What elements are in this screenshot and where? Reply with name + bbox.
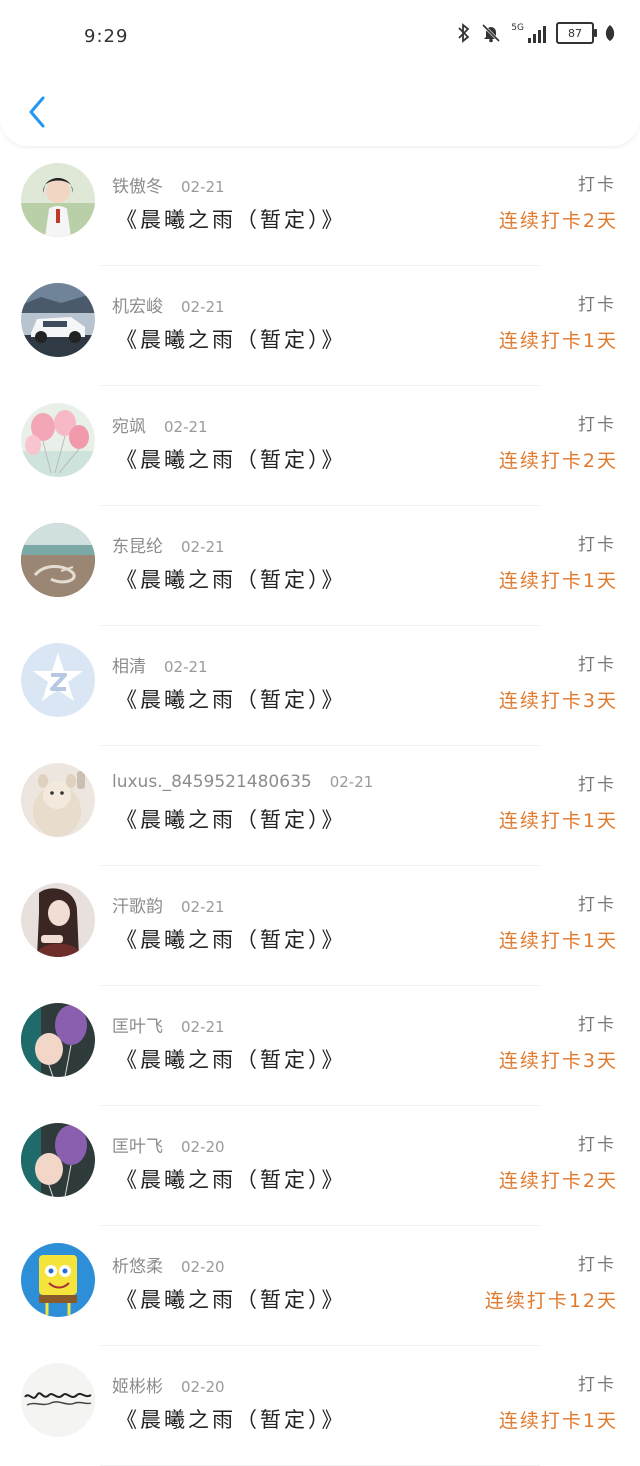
author-name: 宛飒 02-21 [112,417,208,437]
streak-text: 连续打卡12天 [484,1290,618,1312]
book-title[interactable]: 《晨曦之雨（暂定）》 [116,324,346,354]
streak-text: 连续打卡2天 [498,1170,618,1192]
list-item[interactable]: 姬彬彬 02-20 《晨曦之雨（暂定）》 打卡 连续打卡1天 [0,1346,640,1466]
checkin-list: 铁傲冬 02-21 《晨曦之雨（暂定）》 打卡 连续打卡2天 机宏峻 02-21 《… [0,146,640,1466]
streak-text: 连续打卡1天 [498,930,618,952]
avatar[interactable] [21,163,95,237]
checkin-label: 打卡 [578,415,616,435]
top-header: 9:29 5G 87 [0,0,640,146]
post-date: 02-21 [164,418,208,436]
list-item[interactable]: 匡叶飞 02-20 《晨曦之雨（暂定）》 打卡 连续打卡2天 [0,1106,640,1226]
checkin-label: 打卡 [578,655,616,675]
post-date: 02-21 [181,898,225,916]
post-date: 02-21 [329,773,374,791]
book-title[interactable]: 《晨曦之雨（暂定）》 [116,204,346,234]
streak-text: 连续打卡1天 [498,810,618,832]
avatar[interactable] [21,403,95,477]
book-title[interactable]: 《晨曦之雨（暂定）》 [116,684,346,714]
leaf-icon [605,25,615,41]
list-item[interactable]: 铁傲冬 02-21 《晨曦之雨（暂定）》 打卡 连续打卡2天 [0,146,640,266]
post-date: 02-20 [181,1258,225,1276]
streak-text: 连续打卡3天 [498,1050,618,1072]
book-title[interactable]: 《晨曦之雨（暂定）》 [116,444,346,474]
book-title[interactable]: 《晨曦之雨（暂定）》 [116,1284,346,1314]
battery-icon: 87 [556,22,597,44]
avatar[interactable] [21,1123,95,1197]
post-date: 02-21 [164,658,208,676]
checkin-label: 打卡 [578,175,616,195]
bluetooth-icon [458,23,470,43]
post-date: 02-21 [181,1018,225,1036]
author-name: luxus._8459521480635 02-21 [112,772,374,792]
mute-bell-icon [482,23,501,43]
streak-text: 连续打卡2天 [498,210,618,232]
checkin-label: 打卡 [578,535,616,555]
signal-icon: 5G [511,23,546,43]
streak-text: 连续打卡2天 [498,450,618,472]
book-title[interactable]: 《晨曦之雨（暂定）》 [116,1164,346,1194]
avatar[interactable] [21,1363,95,1437]
author-name: 析悠柔 02-20 [112,1257,225,1277]
battery-level: 87 [568,26,582,40]
list-item[interactable]: 析悠柔 02-20 《晨曦之雨（暂定）》 打卡 连续打卡12天 [0,1226,640,1346]
list-item[interactable]: 汗歌韵 02-21 《晨曦之雨（暂定）》 打卡 连续打卡1天 [0,866,640,986]
checkin-label: 打卡 [578,1255,616,1275]
checkin-label: 打卡 [578,1135,616,1155]
post-date: 02-21 [181,538,225,556]
avatar[interactable] [21,1243,95,1317]
post-date: 02-21 [181,178,225,196]
checkin-label: 打卡 [578,295,616,315]
checkin-label: 打卡 [578,1375,616,1395]
book-title[interactable]: 《晨曦之雨（暂定）》 [116,924,346,954]
author-name: 铁傲冬 02-21 [112,177,225,197]
streak-text: 连续打卡1天 [498,330,618,352]
checkin-label: 打卡 [578,1015,616,1035]
post-date: 02-20 [181,1378,225,1396]
list-item[interactable]: 匡叶飞 02-21 《晨曦之雨（暂定）》 打卡 连续打卡3天 [0,986,640,1106]
avatar[interactable] [21,763,95,837]
post-date: 02-21 [181,298,225,316]
avatar[interactable] [21,283,95,357]
author-name: 汗歌韵 02-21 [112,897,225,917]
avatar[interactable] [21,523,95,597]
list-item[interactable]: luxus._8459521480635 02-21 《晨曦之雨（暂定）》 打卡 … [0,746,640,866]
avatar[interactable] [21,883,95,957]
network-label: 5G [511,23,524,33]
book-title[interactable]: 《晨曦之雨（暂定）》 [116,1404,346,1434]
author-name: 匡叶飞 02-21 [112,1017,225,1037]
post-date: 02-20 [181,1138,225,1156]
author-name: 相清 02-21 [112,657,208,677]
status-icons: 5G 87 [457,22,616,44]
book-title[interactable]: 《晨曦之雨（暂定）》 [116,1044,346,1074]
author-name: 匡叶飞 02-20 [112,1137,225,1157]
streak-text: 连续打卡1天 [498,570,618,592]
chevron-left-icon [29,96,45,128]
avatar[interactable] [21,1003,95,1077]
streak-text: 连续打卡1天 [498,1410,618,1432]
avatar[interactable] [21,643,95,717]
author-name: 东昆纶 02-21 [112,537,225,557]
back-button[interactable] [22,92,52,132]
author-name: 姬彬彬 02-20 [112,1377,225,1397]
author-name: 机宏峻 02-21 [112,297,225,317]
book-title[interactable]: 《晨曦之雨（暂定）》 [116,564,346,594]
streak-text: 连续打卡3天 [498,690,618,712]
list-item[interactable]: 宛飒 02-21 《晨曦之雨（暂定）》 打卡 连续打卡2天 [0,386,640,506]
status-time: 9:29 [84,26,129,47]
list-item[interactable]: 相清 02-21 《晨曦之雨（暂定）》 打卡 连续打卡3天 [0,626,640,746]
checkin-label: 打卡 [578,775,616,795]
book-title[interactable]: 《晨曦之雨（暂定）》 [116,804,346,834]
list-item[interactable]: 机宏峻 02-21 《晨曦之雨（暂定）》 打卡 连续打卡1天 [0,266,640,386]
list-item[interactable]: 东昆纶 02-21 《晨曦之雨（暂定）》 打卡 连续打卡1天 [0,506,640,626]
checkin-label: 打卡 [578,895,616,915]
